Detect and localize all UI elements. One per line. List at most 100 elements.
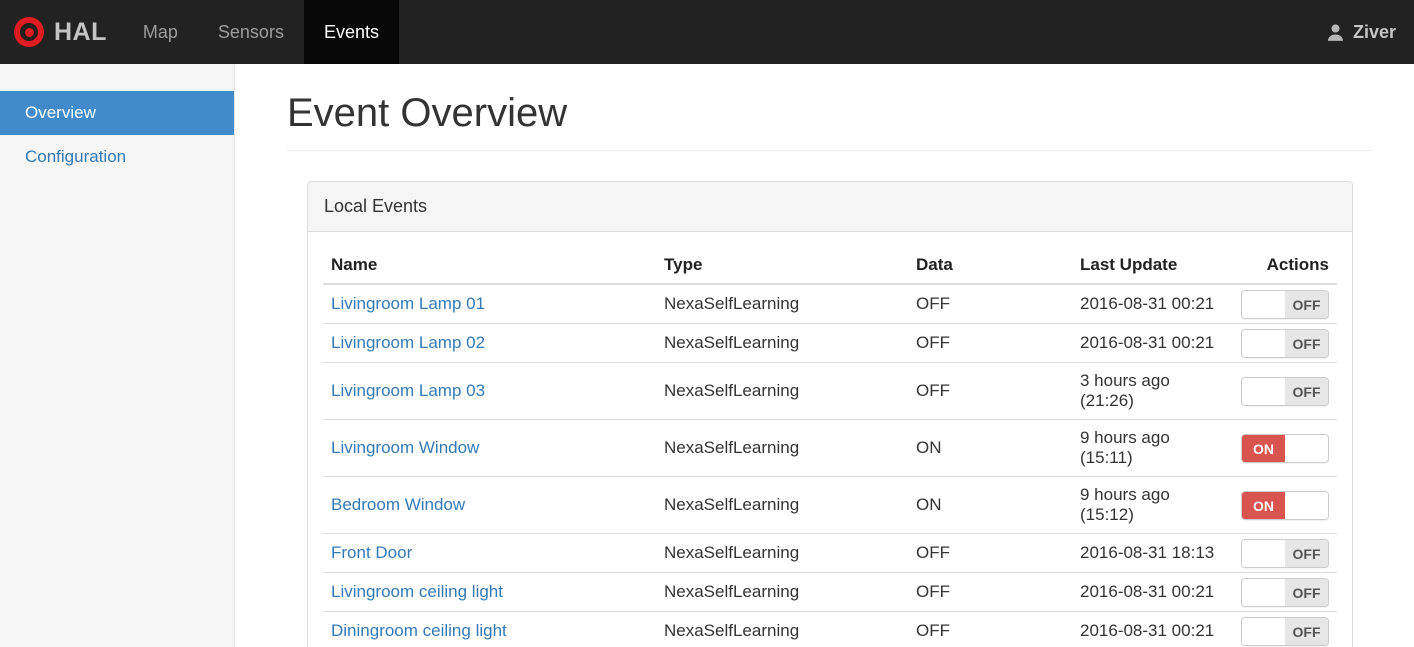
table-row: Livingroom Window NexaSelfLearning ON 9 hou… bbox=[323, 419, 1337, 477]
events-table-body: Livingroom Lamp 01 NexaSelfLearning OFF 201… bbox=[323, 284, 1337, 647]
nav-item-sensors[interactable]: Sensors bbox=[198, 0, 304, 64]
event-name-cell: Front Door bbox=[323, 533, 656, 573]
event-last-update-cell: 9 hours ago (15:12) bbox=[1072, 476, 1232, 534]
event-type-cell: NexaSelfLearning bbox=[656, 572, 908, 612]
event-name-cell: Livingroom Window bbox=[323, 419, 656, 477]
power-toggle[interactable]: ON bbox=[1241, 491, 1329, 520]
nav-item-map[interactable]: Map bbox=[123, 0, 198, 64]
event-data-cell: ON bbox=[908, 419, 1072, 477]
event-name-cell: Livingroom Lamp 03 bbox=[323, 362, 656, 420]
brand-label: HAL bbox=[54, 17, 107, 46]
event-last-update-cell: 2016-08-31 18:13 bbox=[1072, 533, 1232, 573]
toggle-state-label: OFF bbox=[1285, 618, 1328, 645]
event-last-update-cell: 9 hours ago (15:11) bbox=[1072, 419, 1232, 477]
table-row: Livingroom ceiling light NexaSelfLearning… bbox=[323, 572, 1337, 612]
sidebar-item-configuration[interactable]: Configuration bbox=[0, 135, 234, 179]
toggle-state-label: OFF bbox=[1285, 579, 1328, 606]
event-actions-cell: OFF bbox=[1232, 611, 1337, 647]
toggle-state-label: ON bbox=[1242, 435, 1285, 462]
power-toggle[interactable]: OFF bbox=[1241, 539, 1329, 568]
toggle-knob bbox=[1242, 579, 1285, 606]
bullseye-icon bbox=[14, 17, 44, 47]
event-name-link[interactable]: Livingroom ceiling light bbox=[331, 582, 503, 601]
toggle-knob bbox=[1242, 291, 1285, 318]
events-table-head: Name Type Data Last Update Actions bbox=[323, 247, 1337, 285]
power-toggle[interactable]: OFF bbox=[1241, 617, 1329, 646]
event-type-cell: NexaSelfLearning bbox=[656, 533, 908, 573]
toggle-state-label: OFF bbox=[1285, 330, 1328, 357]
navbar-items: Map Sensors Events bbox=[123, 0, 399, 64]
event-last-update-cell: 3 hours ago (21:26) bbox=[1072, 362, 1232, 420]
event-last-update-cell: 2016-08-31 00:21 bbox=[1072, 572, 1232, 612]
column-header-update: Last Update bbox=[1072, 247, 1232, 285]
event-name-cell: Livingroom ceiling light bbox=[323, 572, 656, 612]
user-name: Ziver bbox=[1352, 21, 1396, 42]
event-name-link[interactable]: Bedroom Window bbox=[331, 495, 465, 514]
table-row: Livingroom Lamp 02 NexaSelfLearning OFF 201… bbox=[323, 323, 1337, 363]
header-row: Name Type Data Last Update Actions bbox=[323, 247, 1337, 285]
event-name-cell: Livingroom Lamp 02 bbox=[323, 323, 656, 363]
bullseye-icon-core bbox=[24, 27, 34, 37]
top-navbar: HAL Map Sensors Events Ziver bbox=[0, 0, 1414, 64]
event-name-link[interactable]: Diningroom ceiling light bbox=[331, 621, 507, 640]
event-type-cell: NexaSelfLearning bbox=[656, 284, 908, 324]
main-content: Event Overview Local Events Name Type Data… bbox=[235, 64, 1414, 647]
table-row: Front Door NexaSelfLearning OFF 2016-08-31 … bbox=[323, 533, 1337, 573]
power-toggle[interactable]: OFF bbox=[1241, 290, 1329, 319]
event-actions-cell: OFF bbox=[1232, 362, 1337, 420]
event-name-link[interactable]: Front Door bbox=[331, 543, 412, 562]
user-menu[interactable]: Ziver bbox=[1326, 0, 1414, 64]
event-type-cell: NexaSelfLearning bbox=[656, 611, 908, 647]
power-toggle[interactable]: OFF bbox=[1241, 377, 1329, 406]
event-actions-cell: OFF bbox=[1232, 533, 1337, 573]
event-name-link[interactable]: Livingroom Lamp 01 bbox=[331, 294, 485, 313]
column-header-name: Name bbox=[323, 247, 656, 285]
toggle-state-label: OFF bbox=[1285, 291, 1328, 318]
brand[interactable]: HAL bbox=[0, 0, 123, 64]
event-last-update-cell: 2016-08-31 00:21 bbox=[1072, 284, 1232, 324]
event-data-cell: OFF bbox=[908, 533, 1072, 573]
table-row: Diningroom ceiling light NexaSelfLearning… bbox=[323, 611, 1337, 647]
event-actions-cell: OFF bbox=[1232, 572, 1337, 612]
event-type-cell: NexaSelfLearning bbox=[656, 419, 908, 477]
local-events-panel: Local Events Name Type Data Last Update Acti… bbox=[307, 181, 1353, 647]
toggle-knob bbox=[1242, 330, 1285, 357]
event-name-cell: Diningroom ceiling light bbox=[323, 611, 656, 647]
power-toggle[interactable]: ON bbox=[1241, 434, 1329, 463]
event-name-link[interactable]: Livingroom Lamp 03 bbox=[331, 381, 485, 400]
sidebar-item-overview[interactable]: Overview bbox=[0, 91, 234, 135]
user-icon bbox=[1326, 23, 1345, 42]
toggle-knob bbox=[1285, 435, 1328, 462]
title-divider bbox=[287, 150, 1372, 151]
event-last-update-cell: 2016-08-31 00:21 bbox=[1072, 611, 1232, 647]
event-actions-cell: OFF bbox=[1232, 323, 1337, 363]
event-name-link[interactable]: Livingroom Window bbox=[331, 438, 479, 457]
toggle-state-label: OFF bbox=[1285, 540, 1328, 567]
panel-body: Name Type Data Last Update Actions Livingroo… bbox=[308, 232, 1352, 647]
event-actions-cell: ON bbox=[1232, 419, 1337, 477]
sidebar: Overview Configuration bbox=[0, 64, 235, 647]
column-header-type: Type bbox=[656, 247, 908, 285]
table-row: Livingroom Lamp 03 NexaSelfLearning OFF 3 h… bbox=[323, 362, 1337, 420]
toggle-knob bbox=[1242, 618, 1285, 645]
event-data-cell: OFF bbox=[908, 323, 1072, 363]
panel-title: Local Events bbox=[308, 182, 1352, 232]
event-data-cell: ON bbox=[908, 476, 1072, 534]
toggle-state-label: ON bbox=[1242, 492, 1285, 519]
event-type-cell: NexaSelfLearning bbox=[656, 476, 908, 534]
toggle-knob bbox=[1242, 378, 1285, 405]
toggle-state-label: OFF bbox=[1285, 378, 1328, 405]
column-header-data: Data bbox=[908, 247, 1072, 285]
power-toggle[interactable]: OFF bbox=[1241, 329, 1329, 358]
event-data-cell: OFF bbox=[908, 284, 1072, 324]
table-row: Bedroom Window NexaSelfLearning ON 9 hours … bbox=[323, 476, 1337, 534]
events-table: Name Type Data Last Update Actions Livingroo… bbox=[323, 247, 1337, 647]
event-name-link[interactable]: Livingroom Lamp 02 bbox=[331, 333, 485, 352]
power-toggle[interactable]: OFF bbox=[1241, 578, 1329, 607]
event-data-cell: OFF bbox=[908, 572, 1072, 612]
table-row: Livingroom Lamp 01 NexaSelfLearning OFF 201… bbox=[323, 284, 1337, 324]
column-header-actions: Actions bbox=[1232, 247, 1337, 285]
page-layout: Overview Configuration Event Overview Loc… bbox=[0, 64, 1414, 647]
nav-item-events[interactable]: Events bbox=[303, 0, 399, 64]
event-data-cell: OFF bbox=[908, 362, 1072, 420]
